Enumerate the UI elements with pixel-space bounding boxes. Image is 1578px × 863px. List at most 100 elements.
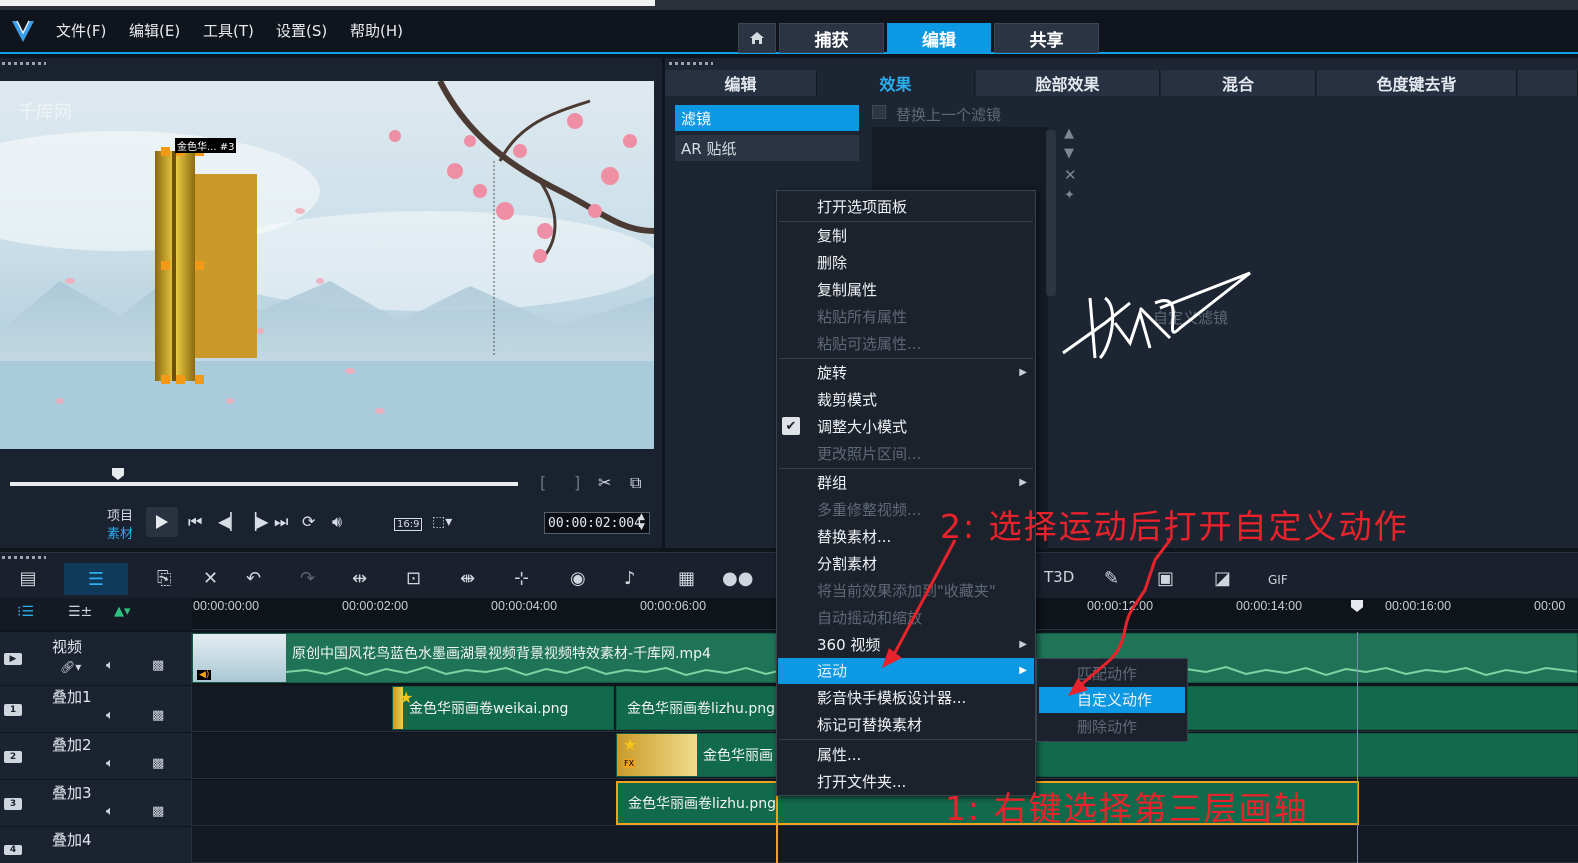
trim-icon[interactable]: ⊹ [514, 568, 529, 589]
menu-crop-mode[interactable]: 裁剪模式 [817, 387, 877, 413]
go-start-icon[interactable]: ⏮ [188, 512, 202, 532]
timecode-field[interactable]: 00:00:02:004 [544, 512, 650, 534]
track-manager-icon[interactable]: ⊡ [406, 568, 421, 589]
menu-properties[interactable]: 属性... [817, 742, 861, 768]
undo-icon[interactable]: ↶ [246, 568, 261, 589]
annotation-step1: 1: 右键选择第三层画轴 [945, 789, 1309, 828]
category-ar-sticker[interactable]: AR 贴纸 [675, 135, 859, 161]
ripple-track-icon[interactable]: ▩ [152, 756, 164, 771]
scissors-icon[interactable]: ✂ [598, 473, 611, 492]
home-tab[interactable] [738, 23, 776, 53]
preview-canvas[interactable] [0, 81, 654, 449]
go-end-icon[interactable]: ⏭ [274, 512, 288, 532]
track-row [0, 827, 1578, 863]
track-name: 叠加2 [52, 736, 92, 754]
menu-delete[interactable]: 删除 [817, 250, 847, 276]
menu-settings[interactable]: 设置(S) [276, 20, 327, 41]
add-media-icon[interactable]: ⎘ [157, 568, 171, 589]
mute-icon[interactable]: 🔈︎ [106, 708, 114, 723]
mute-icon[interactable]: 🔈︎ [106, 804, 114, 819]
project-mode-label[interactable]: 项目 [107, 505, 133, 524]
tab-options-chroma[interactable]: 色度键去背 [1317, 70, 1517, 96]
move-up-icon[interactable]: ▲ [1064, 126, 1074, 141]
ripple-icon[interactable]: ▲▾ [114, 604, 131, 619]
menu-help[interactable]: 帮助(H) [350, 20, 403, 41]
tab-capture[interactable]: 捕获 [779, 23, 884, 53]
track-add-icon[interactable]: ☰± [68, 604, 92, 620]
category-filter[interactable]: 滤镜 [675, 105, 859, 131]
ripple-track-icon[interactable]: ▩ [152, 708, 164, 723]
record-icon[interactable]: ◉ [570, 568, 586, 589]
timecode-stepper[interactable]: ▲ ▼ [638, 512, 645, 532]
overlay-track-icon: 1 [4, 704, 22, 716]
menu-open-folder[interactable]: 打开文件夹... [817, 769, 906, 795]
clip-label: 金色华丽画卷weikai.png [409, 701, 569, 717]
gif-icon[interactable]: GIF [1268, 573, 1288, 587]
enlarge-icon[interactable]: ⧉ [630, 473, 641, 493]
link-icon[interactable]: 🔗︎▾ [60, 660, 81, 674]
menu-paste-all: 粘贴所有属性 [817, 308, 908, 326]
menu-open-options[interactable]: 打开选项面板 [817, 194, 907, 220]
menu-copy[interactable]: 复制 [817, 223, 847, 249]
repeat-icon[interactable]: ⟳ [302, 512, 315, 531]
menu-tools[interactable]: 工具(T) [203, 20, 254, 41]
ripple-track-icon[interactable]: ▩ [152, 804, 164, 819]
track-header-overlay3[interactable] [0, 780, 192, 826]
customize-filter-icon[interactable]: ✦ [1064, 188, 1075, 203]
submenu-arrow-icon: ▶ [1019, 367, 1027, 378]
clip-audio-icon: ◀) [197, 670, 212, 680]
safe-area-icon[interactable]: ⬚▾ [432, 514, 452, 530]
app-logo-icon [10, 18, 36, 44]
menu-edit[interactable]: 编辑(E) [129, 20, 180, 41]
scrub-bar[interactable] [10, 482, 518, 486]
redo-icon[interactable]: ↷ [300, 568, 315, 589]
next-frame-icon[interactable]: ▕▶ [244, 512, 269, 531]
tab-options-face[interactable]: 脸部效果 [976, 70, 1160, 96]
menu-motion[interactable]: 运动 [817, 658, 847, 684]
painting-icon[interactable]: ◪ [1214, 568, 1231, 589]
fx-badge: FX [623, 759, 636, 768]
menu-copy-attributes[interactable]: 复制属性 [817, 277, 877, 303]
mark-in-icon[interactable]: [ [540, 473, 546, 492]
replace-filter-checkbox[interactable] [872, 105, 886, 119]
tab-edit[interactable]: 编辑 [887, 23, 991, 53]
star-icon: ★ [399, 688, 414, 707]
track-list-icon[interactable]: ⁝☰ [17, 604, 34, 620]
menu-group[interactable]: 群组 [817, 470, 847, 496]
track-name: 叠加3 [52, 784, 92, 802]
timeline-view-button[interactable]: ☰ [64, 563, 128, 595]
move-down-icon[interactable]: ▼ [1064, 146, 1074, 161]
tools-icon[interactable]: ✕ [203, 568, 218, 589]
tab-options-effect[interactable]: 效果 [817, 70, 975, 96]
clip-mode-label[interactable]: 素材 [107, 523, 133, 542]
multicam-icon[interactable]: ●● [722, 568, 753, 589]
mute-icon[interactable]: 🔈︎ [106, 756, 114, 771]
fit-project-icon[interactable]: ⇹ [352, 568, 367, 589]
overlay1-clip-a[interactable]: 金色华丽画卷weikai.png [392, 686, 614, 730]
menu-resize-mode[interactable]: 调整大小模式 [817, 414, 907, 440]
ripple-track-icon[interactable]: ▩ [152, 658, 164, 673]
menu-rotate[interactable]: 旋转 [817, 360, 847, 386]
storyboard-view-button[interactable]: ▤ [10, 563, 46, 593]
ruler-tick: 00:00:14:00 [1236, 599, 1303, 613]
subtitle-icon[interactable]: ▦ [678, 568, 695, 589]
mark-out-icon[interactable]: ] [574, 473, 580, 492]
volume-icon[interactable]: 🔊︎ [332, 512, 342, 532]
menu-file[interactable]: 文件(F) [56, 20, 106, 41]
split-icon[interactable]: ⇼ [460, 568, 475, 589]
tab-options-more[interactable] [1518, 70, 1578, 96]
tab-share[interactable]: 共享 [994, 23, 1099, 53]
audio-icon[interactable]: ♪ [624, 568, 636, 589]
overlay-track-icon: 2 [4, 751, 22, 763]
mute-icon[interactable]: 🔈︎ [106, 658, 114, 673]
play-button[interactable] [146, 507, 178, 537]
menu-split-clip[interactable]: 分割素材 [817, 551, 877, 577]
tab-options-edit[interactable]: 编辑 [665, 70, 817, 96]
aspect-ratio-button[interactable]: 16:9 [394, 518, 423, 531]
menu-mark-replaceable[interactable]: 标记可替换素材 [817, 712, 922, 738]
track-header-overlay4[interactable] [0, 827, 192, 863]
tab-options-blend[interactable]: 混合 [1161, 70, 1316, 96]
filter-list-scrollbar[interactable] [1046, 130, 1056, 296]
prev-frame-icon[interactable]: ◀▏ [218, 512, 243, 531]
remove-filter-icon[interactable]: ✕ [1064, 166, 1077, 184]
